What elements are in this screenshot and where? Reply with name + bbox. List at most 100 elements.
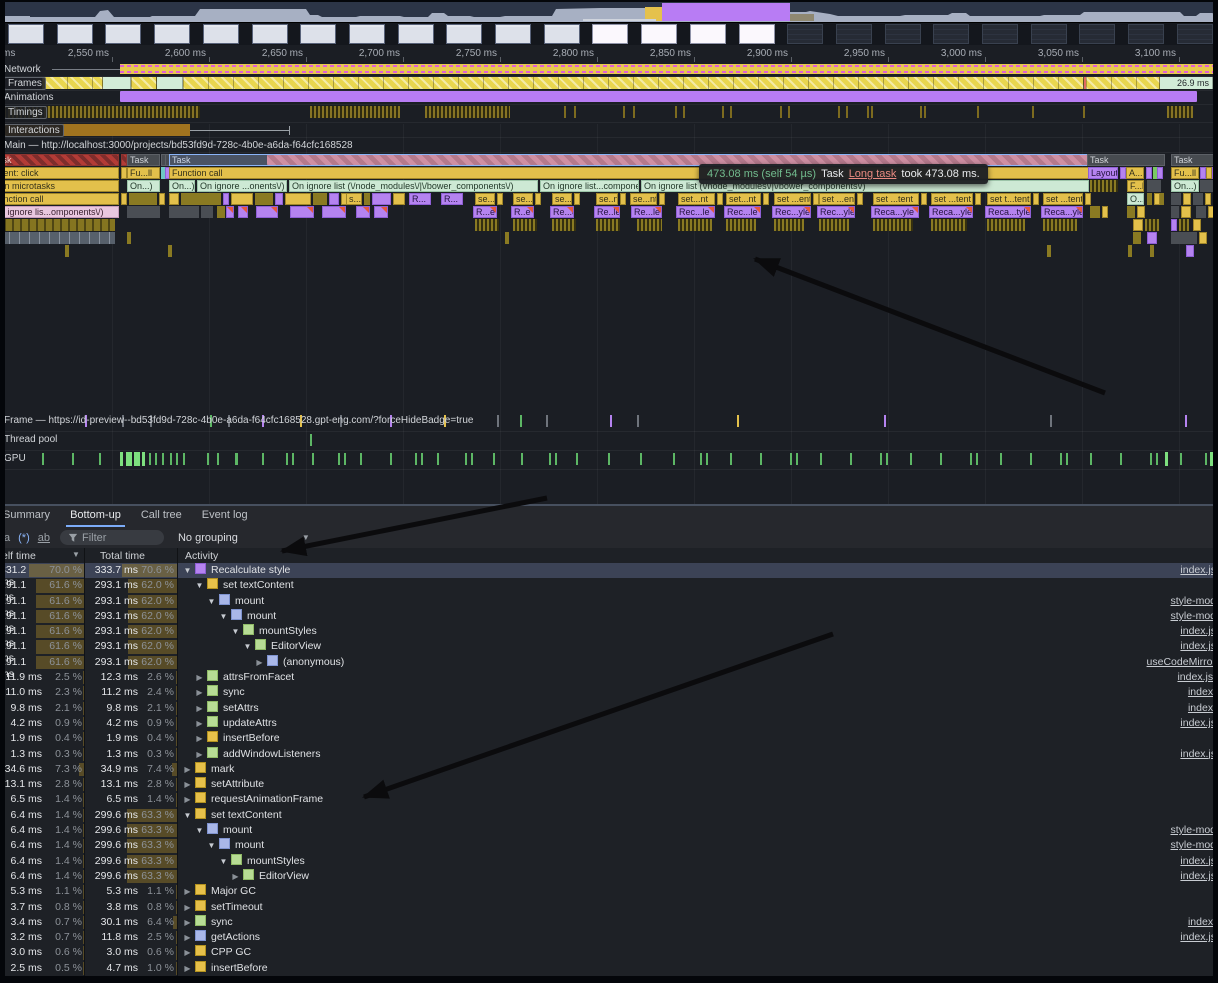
table-row[interactable]: 291.1 ms61.6 %293.1 ms62.0 %▼mountstyle-… (0, 609, 1218, 624)
flame-bar[interactable]: Rec...le (724, 206, 761, 218)
flame-bar[interactable] (552, 219, 576, 231)
flame-bar[interactable]: On ignore lis...omponents\/) (0, 206, 119, 218)
caret-collapsed-icon[interactable]: ▶ (230, 872, 241, 881)
caret-expanded-icon[interactable]: ▼ (218, 857, 229, 866)
table-row[interactable]: 1.3 ms0.3 %1.3 ms0.3 %▶addWindowListener… (0, 747, 1218, 762)
flame-bar[interactable]: R... (441, 193, 463, 205)
flame-bar[interactable] (1171, 219, 1177, 231)
caret-collapsed-icon[interactable]: ▶ (194, 704, 205, 713)
flame-bar[interactable] (1128, 245, 1132, 257)
table-row[interactable]: 3.4 ms0.7 %30.1 ms6.4 %▶syncindex. (0, 915, 1218, 930)
flame-bar[interactable]: s...t (346, 193, 362, 205)
flame-bar[interactable] (987, 219, 1025, 231)
flame-bar[interactable] (1146, 167, 1152, 179)
flame-bar[interactable] (393, 193, 405, 205)
sort-arrow-icon[interactable]: ▼ (72, 550, 80, 559)
column-header-total-time[interactable]: Total time (100, 550, 145, 562)
flame-bar[interactable] (364, 193, 370, 205)
flame-bar[interactable]: A... (1126, 167, 1144, 179)
flame-bar[interactable] (1133, 232, 1141, 244)
flame-bar[interactable] (169, 206, 199, 218)
caret-collapsed-icon[interactable]: ▶ (182, 903, 193, 912)
flame-bar[interactable]: Fu...ll (127, 167, 160, 179)
flame-bar[interactable] (121, 193, 127, 205)
screenshot-thumbnail[interactable] (495, 24, 531, 44)
table-row[interactable]: 13.1 ms2.8 %13.1 ms2.8 %▶setAttribute (0, 777, 1218, 792)
table-row[interactable]: 4.2 ms0.9 %4.2 ms0.9 %▶updateAttrsindex.… (0, 716, 1218, 731)
flame-bar[interactable]: Re..le (594, 206, 620, 218)
flame-bar[interactable] (1171, 232, 1197, 244)
column-divider[interactable] (84, 548, 85, 983)
flame-bar[interactable] (231, 193, 253, 205)
flame-bar[interactable]: On ignore ...onents\/) (197, 180, 287, 192)
timeline-ruler[interactable]: ms 2,550 ms2,600 ms2,650 ms2,700 ms2,750… (0, 45, 1218, 63)
flame-bar[interactable]: Re...e (550, 206, 574, 218)
flame-bar[interactable]: se...nt (630, 193, 657, 205)
column-divider[interactable] (177, 548, 178, 983)
flame-bar[interactable] (1145, 219, 1159, 231)
caret-collapsed-icon[interactable]: ▶ (194, 688, 205, 697)
flame-bar[interactable] (129, 193, 157, 205)
caret-collapsed-icon[interactable]: ▶ (194, 750, 205, 759)
flame-bar[interactable] (505, 232, 509, 244)
caret-collapsed-icon[interactable]: ▶ (182, 948, 193, 957)
flame-bar[interactable] (659, 193, 665, 205)
screenshot-thumbnail[interactable] (446, 24, 482, 44)
table-row[interactable]: 3.0 ms0.6 %3.0 ms0.6 %▶CPP GC (0, 945, 1218, 960)
flame-bar[interactable] (921, 193, 927, 205)
screenshot-thumbnail[interactable] (8, 24, 44, 44)
flame-bar[interactable]: se...t (552, 193, 572, 205)
source-link[interactable]: index. (1188, 916, 1216, 928)
screenshot-thumbnail[interactable] (105, 24, 141, 44)
flame-bar[interactable] (873, 219, 913, 231)
flame-bar[interactable] (1127, 206, 1135, 218)
caret-expanded-icon[interactable]: ▼ (194, 826, 205, 835)
screenshot-thumbnail[interactable] (1079, 24, 1115, 44)
screenshot-thumbnail[interactable] (544, 24, 580, 44)
flame-bar[interactable]: Task (0, 154, 119, 166)
table-row[interactable]: 291.1 ms61.6 %293.1 ms62.0 %▼mountStyles… (0, 624, 1218, 639)
flame-bar[interactable]: On...) (127, 180, 160, 192)
flame-bar[interactable] (857, 193, 863, 205)
flame-bar[interactable]: Rec...yle (817, 206, 855, 218)
table-row[interactable]: 5.3 ms1.1 %5.3 ms1.1 %▶Major GC (0, 884, 1218, 899)
source-link[interactable]: style-mod (1170, 839, 1216, 851)
flame-bar[interactable]: R... (409, 193, 431, 205)
flame-bar[interactable] (596, 219, 620, 231)
flame-bar[interactable] (322, 206, 346, 218)
flame-bar[interactable]: R...e (473, 206, 497, 218)
flame-bar[interactable] (127, 232, 131, 244)
flame-bar[interactable] (678, 219, 712, 231)
table-row[interactable]: 6.4 ms1.4 %299.6 ms63.3 %▼mountstyle-mod (0, 823, 1218, 838)
flame-bar[interactable]: On...) (1171, 180, 1199, 192)
table-row[interactable]: 1.9 ms0.4 %1.9 ms0.4 %▶insertBefore (0, 731, 1218, 746)
flame-bar[interactable] (65, 245, 69, 257)
screenshot-thumbnail[interactable] (739, 24, 775, 44)
source-link[interactable]: index.js (1180, 564, 1216, 576)
flame-bar[interactable]: R..e (511, 206, 534, 218)
flame-bar[interactable] (201, 206, 213, 218)
filter-input[interactable]: Filter (60, 530, 164, 545)
flame-bar[interactable] (1205, 193, 1211, 205)
flame-bar[interactable] (226, 206, 234, 218)
flame-bar[interactable]: set ...tent (931, 193, 973, 205)
table-row[interactable]: 291.1 ms61.6 %293.1 ms62.0 %▼EditorViewi… (0, 639, 1218, 654)
caret-collapsed-icon[interactable]: ▶ (194, 719, 205, 728)
source-link[interactable]: index.js (1180, 931, 1216, 943)
caret-collapsed-icon[interactable]: ▶ (182, 795, 193, 804)
flame-bar[interactable] (497, 193, 503, 205)
table-row[interactable]: 11.0 ms2.3 %11.2 ms2.4 %▶syncindex. (0, 685, 1218, 700)
flame-bar[interactable]: se...t (513, 193, 533, 205)
column-header-activity[interactable]: Activity (185, 550, 218, 562)
flame-bar[interactable] (637, 219, 662, 231)
caret-expanded-icon[interactable]: ▼ (182, 811, 193, 820)
source-link[interactable]: style-mod (1170, 610, 1216, 622)
tooltip-long-task-link[interactable]: Long task (849, 168, 897, 180)
screenshot-thumbnail[interactable] (203, 24, 239, 44)
flame-bar[interactable] (329, 193, 339, 205)
caret-collapsed-icon[interactable]: ▶ (194, 673, 205, 682)
screenshot-thumbnail[interactable] (641, 24, 677, 44)
table-row[interactable]: 6.4 ms1.4 %299.6 ms63.3 %▼mountstyle-mod (0, 838, 1218, 853)
caret-collapsed-icon[interactable]: ▶ (182, 964, 193, 973)
screenshot-thumbnail[interactable] (398, 24, 434, 44)
